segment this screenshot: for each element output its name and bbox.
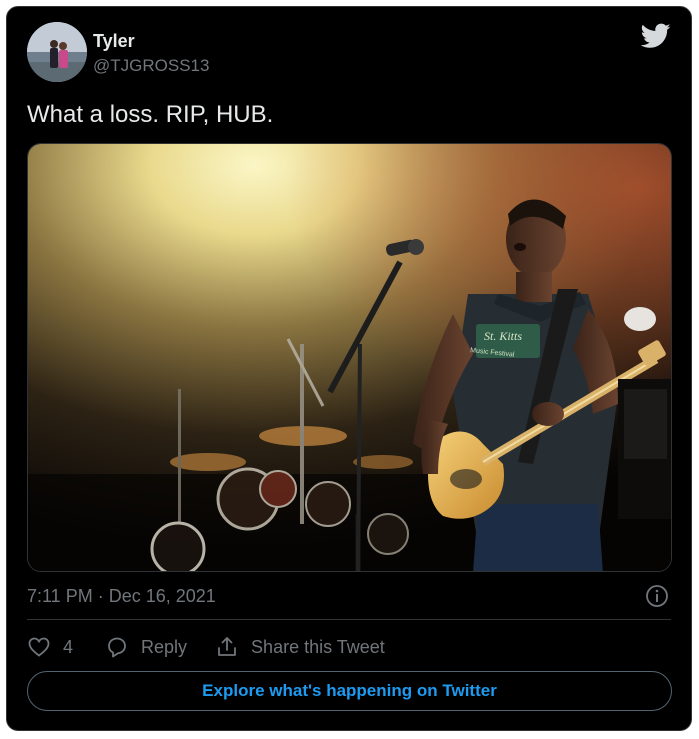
reply-icon <box>108 637 126 658</box>
twitter-bird-icon[interactable] <box>641 23 671 49</box>
share-icon <box>218 637 236 656</box>
share-label: Share this Tweet <box>251 636 385 657</box>
author-handle[interactable]: @TJGROSS13 <box>93 56 209 76</box>
tweet-actions: 4 Reply Share this Tweet <box>27 633 413 661</box>
share-button[interactable]: Share this Tweet <box>215 635 385 659</box>
tweet-card: Tyler @TJGROSS13 What a loss. RIP, HUB. <box>6 6 692 731</box>
tweet-media-photo[interactable]: St. Kitts Music Festival <box>27 143 672 572</box>
like-button[interactable]: 4 <box>27 635 73 659</box>
info-icon[interactable] <box>645 584 669 608</box>
author-name[interactable]: Tyler <box>93 31 135 52</box>
divider <box>27 619 671 620</box>
explore-button[interactable]: Explore what's happening on Twitter <box>27 671 672 711</box>
shirt-text-line-1: St. Kitts <box>484 329 522 343</box>
heart-icon <box>28 637 50 657</box>
reply-button[interactable]: Reply <box>105 635 187 659</box>
avatar-photo <box>27 22 87 82</box>
concert-photo: St. Kitts Music Festival <box>28 144 671 571</box>
tweet-text: What a loss. RIP, HUB. <box>27 101 274 128</box>
tweet-timestamp[interactable]: 7:11 PM · Dec 16, 2021 <box>27 586 216 607</box>
reply-label: Reply <box>141 636 188 657</box>
like-count: 4 <box>63 636 74 657</box>
avatar[interactable] <box>27 22 87 82</box>
